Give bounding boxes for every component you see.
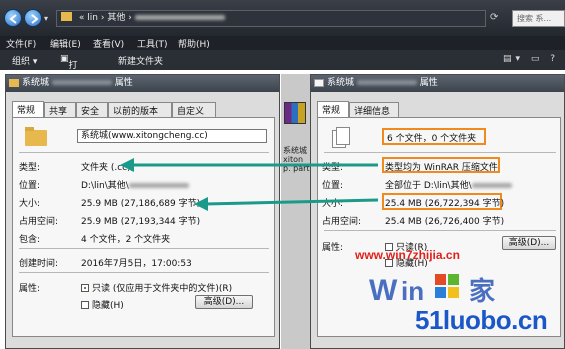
svg-text:W: W [369, 274, 398, 307]
watermark-site: 51luobo.cn [415, 305, 548, 335]
svg-text:in: in [401, 276, 424, 306]
arrow-size-comparison [194, 197, 379, 211]
windows-logo-watermark: W in 家 [369, 274, 495, 307]
arrow-type-comparison [120, 158, 378, 172]
svg-text:家: 家 [469, 276, 495, 306]
watermark-url: www.win7zhijia.cn [355, 248, 460, 262]
